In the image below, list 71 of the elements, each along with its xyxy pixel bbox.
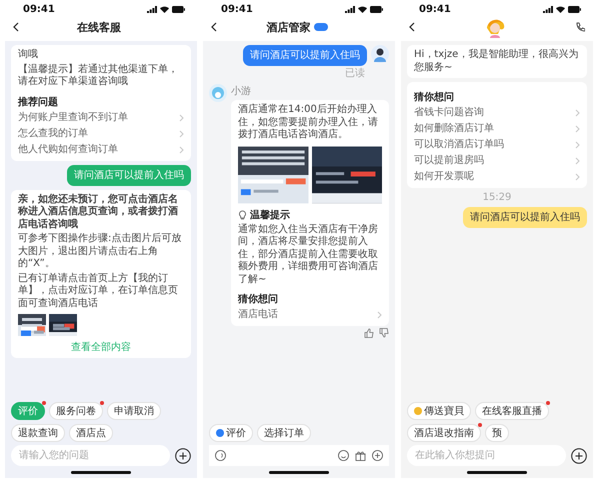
suggestion-item[interactable]: 为何账户里查询不到订单	[18, 110, 184, 124]
user-message: 请问酒店可以提前入住吗	[463, 207, 587, 228]
message-text: 已有订单请点击首页上方【我的订单】，点击对应订单，在订单信息页面可查询酒店电话	[18, 272, 179, 310]
message-text: 酒店通常在14:00后开始办理入住，如您需要提前办理入住，请拨打酒店电话咨询酒店。	[238, 104, 379, 142]
user-message: 请问酒店可以提前入住吗	[243, 45, 367, 66]
read-receipt: 已读	[344, 66, 365, 80]
suggestion-item[interactable]: 可以提前退房吗	[414, 154, 580, 168]
quick-reply-chip[interactable]: 酒店退改指南	[407, 424, 481, 442]
page-title: 酒店管家	[266, 20, 310, 34]
add-icon[interactable]	[175, 448, 191, 464]
quick-reply-chip[interactable]: 服务问卷	[49, 402, 103, 420]
suggestion-item[interactable]: 如何开发票呢	[414, 170, 580, 184]
home-indicator	[467, 471, 527, 474]
quick-reply-chip[interactable]: 傳送寶貝	[407, 402, 471, 420]
page-title: 在线客服	[77, 20, 121, 34]
battery-icon	[172, 6, 185, 13]
suggestion-item[interactable]: 他人代购如何查询订单	[18, 142, 184, 156]
signal-icon	[147, 6, 157, 13]
suggestion-item[interactable]: 可以取消酒店订单吗	[414, 138, 580, 152]
message-text: 【温馨提示】若通过其他渠道下单，请在对应下单渠道咨询哦	[18, 64, 179, 88]
gift-icon[interactable]	[355, 450, 366, 461]
back-icon[interactable]	[13, 22, 19, 32]
message-text: 亲，如您还未预订，您可点击酒店名称进入酒店信息页查询，或者拨打酒店电话咨询哦	[18, 194, 179, 231]
add-icon[interactable]	[372, 450, 383, 461]
timestamp: 15:29	[482, 192, 512, 203]
section-heading: 猜你想问	[238, 292, 279, 306]
quick-reply-chip[interactable]: 选择订单	[257, 424, 311, 442]
suggestion-item[interactable]: 酒店电话	[238, 308, 382, 322]
wifi-icon	[160, 6, 169, 13]
section-heading: 猜你想问	[414, 90, 455, 104]
bot-avatar-icon	[209, 84, 227, 102]
message-text: 可参考下图操作步骤:点击图片后可放大图片，退出图片请点击右上角的“X”。	[18, 233, 182, 270]
home-indicator	[71, 471, 131, 474]
thumbs-up-icon[interactable]	[364, 328, 374, 338]
voice-icon[interactable]	[215, 450, 226, 461]
back-icon[interactable]	[409, 22, 415, 32]
quick-reply-chip[interactable]: 申请取消	[107, 402, 161, 420]
signal-icon	[345, 6, 355, 13]
tip-title: 温馨提示	[250, 208, 290, 222]
signal-icon	[543, 6, 553, 13]
section-heading: 推荐问题	[18, 96, 59, 108]
user-message: 请问酒店可以提前入住吗	[67, 164, 191, 186]
message-text: 询哦	[18, 49, 39, 62]
battery-icon	[568, 6, 581, 13]
battery-icon	[370, 6, 383, 13]
chevron-icon	[377, 311, 382, 319]
add-icon[interactable]	[571, 448, 587, 464]
suggestion-item[interactable]: 省钱卡问题咨询	[414, 106, 580, 120]
status-time: 09:41	[419, 4, 451, 15]
quick-reply-chip[interactable]: 预	[485, 424, 509, 442]
suggestion-item[interactable]: 怎么查我的订单	[18, 126, 184, 140]
message-text: Hi，txjze，我是智能助理，很高兴为您服务~	[414, 49, 580, 74]
sender-name: 小游	[231, 84, 252, 98]
message-input[interactable]: 在此输入你想提问	[407, 445, 566, 466]
message-input[interactable]: 请输入您的问题	[11, 445, 170, 466]
suggestion-item[interactable]: 如何删除酒店订单	[414, 122, 580, 136]
wifi-icon	[556, 6, 565, 13]
quick-reply-chip[interactable]: 退款查询	[11, 424, 65, 442]
tip-text: 通常如您入住当天酒店有干净房间，酒店将尽量安排您提前入住，部分酒店提前入住需要收取额外费用，详细费用可咨询酒店了解~	[238, 224, 379, 286]
back-icon[interactable]	[211, 22, 217, 32]
quick-reply-chip[interactable]: 评价	[209, 424, 253, 442]
wifi-icon	[358, 6, 367, 13]
thumbs-down-icon[interactable]	[379, 328, 389, 338]
quick-reply-chip[interactable]: 在线客服直播	[475, 402, 549, 420]
status-time: 09:41	[23, 4, 55, 15]
status-time: 09:41	[221, 4, 253, 15]
home-indicator	[269, 471, 329, 474]
lightbulb-icon	[238, 210, 247, 220]
smile-icon[interactable]	[338, 450, 349, 461]
phone-icon[interactable]	[575, 22, 585, 32]
quick-reply-chip[interactable]: 酒店点	[69, 424, 113, 442]
